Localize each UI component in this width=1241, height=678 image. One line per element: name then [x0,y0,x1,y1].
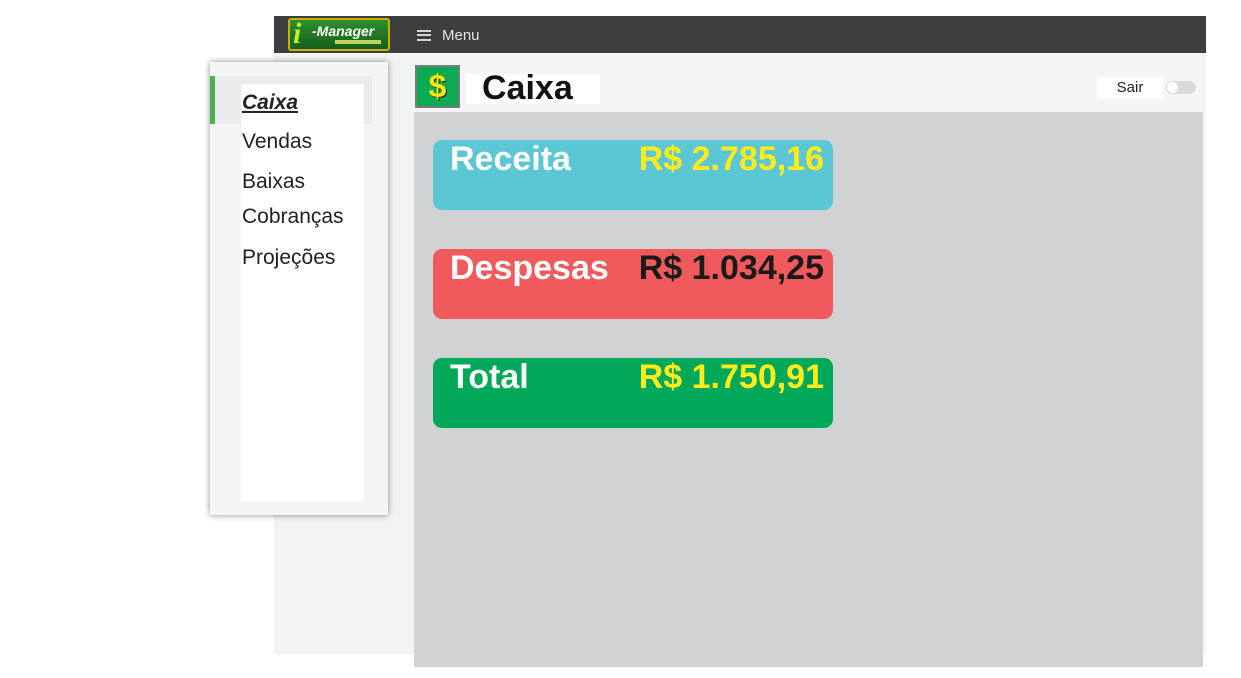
sidebar-menu: Caixa Vendas Baixas Cobranças Projeções [210,62,388,515]
page-title: Caixa [466,71,600,105]
top-navbar: i -Manager Menu [274,16,1206,53]
toggle-knob [1167,82,1178,93]
sidebar-item-baixas[interactable]: Baixas [242,170,305,194]
sidebar-item-caixa[interactable]: Caixa [242,91,298,115]
menu-button[interactable]: Menu [417,26,480,44]
receita-card: Receita R$ 2.785,16 [433,140,833,210]
toggle-switch[interactable] [1166,81,1196,94]
total-label: Total [450,358,529,396]
total-value: R$ 1.750,91 [638,358,824,396]
despesas-label: Despesas [450,249,609,287]
hamburger-icon [417,29,431,41]
despesas-value: R$ 1.034,25 [638,249,824,287]
receita-value: R$ 2.785,16 [638,140,824,178]
sidebar-item-cobrancas[interactable]: Cobranças [242,205,344,229]
i-manager-logo[interactable]: i -Manager [288,18,390,51]
despesas-card: Despesas R$ 1.034,25 [433,249,833,319]
logo-text: -Manager [312,23,375,39]
dollar-icon: $ [415,65,460,108]
sidebar-item-vendas[interactable]: Vendas [242,130,312,154]
logo-tagline-graphic [335,40,381,44]
sidebar-item-projecoes[interactable]: Projeções [242,246,335,270]
logo-letter: i [293,18,302,50]
receita-label: Receita [450,140,571,178]
logout-button[interactable]: Sair [1097,77,1163,99]
total-card: Total R$ 1.750,91 [433,358,833,428]
dollar-symbol: $ [428,68,447,104]
menu-label: Menu [442,26,480,44]
